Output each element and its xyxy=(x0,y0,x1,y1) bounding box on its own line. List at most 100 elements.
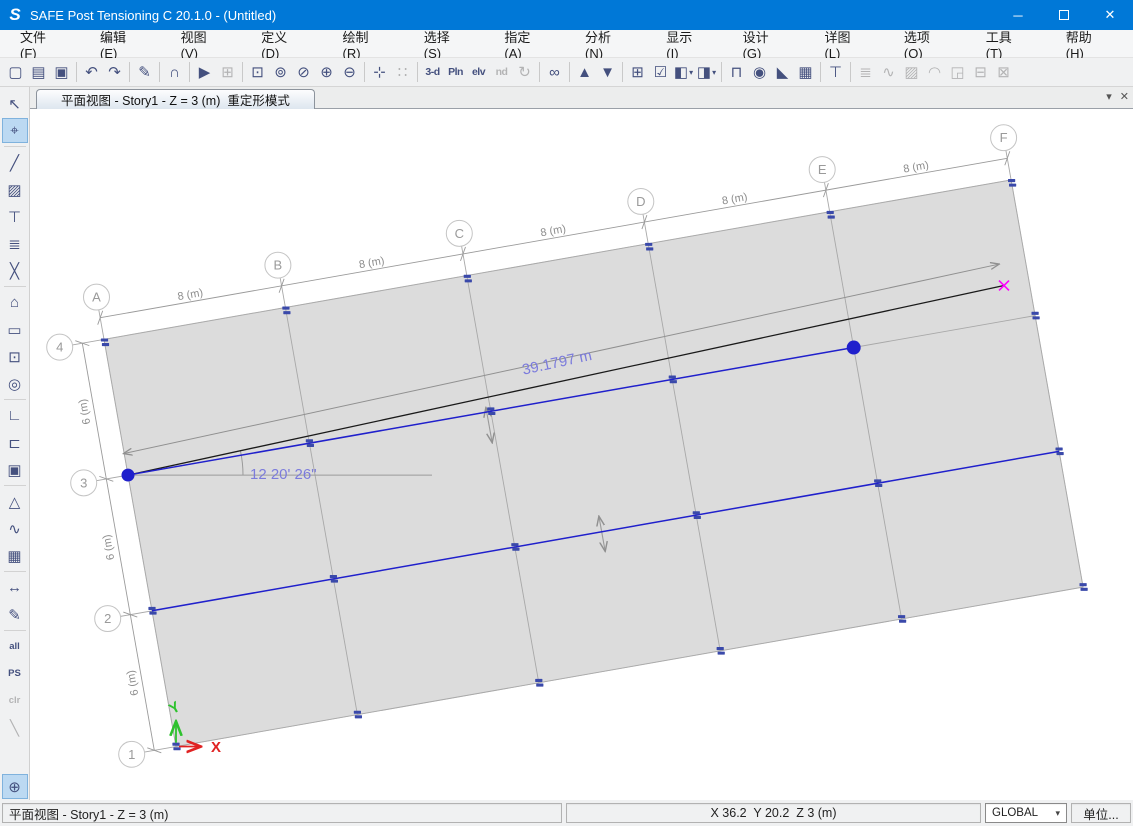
drawing-canvas[interactable]: 8 (m) 8 (m) 8 (m) 8 (m) 8 (m) 6 (m) 6 (m… xyxy=(30,109,1133,800)
status-coordinates: X 36.2 Y 20.2 Z 3 (m) xyxy=(566,803,981,823)
select-ps-button[interactable]: PS xyxy=(2,661,28,686)
draw-dimension-button[interactable]: ↔ xyxy=(2,575,28,600)
object-view-options-button[interactable]: ◨▾ xyxy=(695,61,718,83)
zoom-out-button[interactable]: ⊖ xyxy=(338,61,361,83)
draw-wall-icon: ∟ xyxy=(7,407,22,424)
run-analysis-icon: ▶ xyxy=(199,63,211,81)
move-down-in-list-button[interactable]: ▼ xyxy=(596,61,619,83)
show-deformed-button: ◠ xyxy=(923,61,946,83)
snap-to-points-button[interactable]: ⊕ xyxy=(2,774,28,799)
draw-rectangle-button[interactable]: ▭ xyxy=(2,317,28,342)
object-visibility-icon: ∞ xyxy=(549,64,560,81)
quick-draw-area-icon: ⊡ xyxy=(8,348,21,366)
draw-line-button[interactable]: ╱ xyxy=(2,150,28,175)
object-view-options-dropdown-icon[interactable]: ▾ xyxy=(712,68,716,77)
select-arrow-button[interactable]: ↖ xyxy=(2,91,28,116)
lock-model-button[interactable]: ∩ xyxy=(163,61,186,83)
area-assigns-button[interactable]: ▦ xyxy=(794,61,817,83)
edit-pen-button[interactable]: ✎ xyxy=(133,61,156,83)
toolbar-separator xyxy=(622,62,623,82)
quick-draw-area-button[interactable]: ⊡ xyxy=(2,344,28,369)
walk-through-icon: ∷ xyxy=(398,63,408,81)
draw-slab-slope-icon: ✎ xyxy=(8,606,21,624)
object-visibility-button[interactable]: ∞ xyxy=(543,61,566,83)
select-arrow-icon: ↖ xyxy=(8,95,21,113)
select-all-icon: ☑ xyxy=(654,63,667,81)
quick-draw-wall-button[interactable]: ⊏ xyxy=(2,430,28,455)
object-shrink-toggle-dropdown-icon[interactable]: ▾ xyxy=(689,68,693,77)
view-elevation-icon: elv xyxy=(472,66,485,78)
show-tendon-profile-button: ∿ xyxy=(877,61,900,83)
model-canvas[interactable]: 8 (m) 8 (m) 8 (m) 8 (m) 8 (m) 6 (m) 6 (m… xyxy=(30,109,1133,800)
save-file-icon: ▣ xyxy=(54,63,68,81)
show-loads-icon: ≣ xyxy=(859,63,872,81)
view-elevation-button[interactable]: elv xyxy=(467,61,490,83)
tendon-start-node[interactable] xyxy=(122,469,135,482)
draw-polygon-button[interactable]: ⌂ xyxy=(2,290,28,315)
clear-selection-button: clr xyxy=(2,688,28,713)
quick-draw-line-button[interactable]: ▨ xyxy=(2,177,28,202)
area-assigns-icon: ▦ xyxy=(798,63,812,81)
run-analysis-button[interactable]: ▶ xyxy=(193,61,216,83)
view-plan-button[interactable]: Pln xyxy=(444,61,467,83)
move-up-in-list-button[interactable]: ▲ xyxy=(573,61,596,83)
tendon-grip-node[interactable] xyxy=(847,340,861,354)
pan-button[interactable]: ⊹ xyxy=(368,61,391,83)
show-punching-check-icon: ⊠ xyxy=(997,63,1010,81)
rubber-band-zoom-button[interactable]: ⊡ xyxy=(246,61,269,83)
redo-button[interactable]: ↷ xyxy=(103,61,126,83)
quick-draw-wall-icon: ⊏ xyxy=(8,434,21,452)
previous-zoom-button[interactable]: ⊘ xyxy=(292,61,315,83)
show-slab-design-button: ◲ xyxy=(946,61,969,83)
show-deformed-icon: ◠ xyxy=(928,63,941,81)
dim-label-8m: 8 (m) xyxy=(177,287,204,303)
object-shrink-toggle-button[interactable]: ◧▾ xyxy=(672,61,695,83)
draw-line-icon: ╱ xyxy=(10,154,19,172)
chevron-down-icon: ▾ xyxy=(1055,808,1060,819)
draw-frame-icon: ⊓ xyxy=(731,63,743,81)
get-previous-selection-button[interactable]: ⊞ xyxy=(626,61,649,83)
show-undeformed-icon: ⊤ xyxy=(829,63,842,81)
draw-wall-button[interactable]: ∟ xyxy=(2,403,28,428)
slab-area[interactable] xyxy=(104,180,1083,747)
tab-close-icon[interactable]: ✕ xyxy=(1120,90,1129,103)
grid-label-f: F xyxy=(1000,130,1008,145)
tab-collapse-icon[interactable]: ▾ xyxy=(1106,90,1112,103)
grid-label-3: 3 xyxy=(80,475,87,490)
quick-draw-point-button[interactable]: ⊤ xyxy=(2,204,28,229)
new-model-button[interactable]: ▢ xyxy=(4,61,27,83)
pan-icon: ⊹ xyxy=(373,63,386,81)
csys-dropdown[interactable]: GLOBAL ▾ xyxy=(985,803,1067,823)
draw-rebar-button[interactable]: ▦ xyxy=(2,543,28,568)
view-3d-button[interactable]: 3-d xyxy=(421,61,444,83)
draw-circle-button[interactable]: ◎ xyxy=(2,371,28,396)
draw-tendon-button[interactable]: ∿ xyxy=(2,516,28,541)
plan-view-tab[interactable]: 平面视图 - Story1 - Z = 3 (m) 重定形模式 xyxy=(36,89,315,109)
save-file-button[interactable]: ▣ xyxy=(50,61,73,83)
select-all-button[interactable]: ☑ xyxy=(649,61,672,83)
dim-label-8m: 8 (m) xyxy=(902,159,929,175)
quick-draw-braces-button[interactable]: ╳ xyxy=(2,258,28,283)
zoom-in-icon: ⊕ xyxy=(320,63,333,81)
show-loads-button: ≣ xyxy=(854,61,877,83)
full-zoom-button[interactable]: ⊚ xyxy=(269,61,292,83)
undo-button[interactable]: ↶ xyxy=(80,61,103,83)
draw-frame-button[interactable]: ⊓ xyxy=(725,61,748,83)
show-undeformed-button[interactable]: ⊤ xyxy=(824,61,847,83)
draw-opening-button[interactable]: ▣ xyxy=(2,457,28,482)
select-all-objects-button[interactable]: all xyxy=(2,634,28,659)
show-punching-check-button: ⊠ xyxy=(992,61,1015,83)
open-file-button[interactable]: ▤ xyxy=(27,61,50,83)
draw-slab-slope-button[interactable]: ✎ xyxy=(2,602,28,627)
units-button[interactable]: 单位... xyxy=(1071,803,1131,823)
point-assigns-button[interactable]: ◉ xyxy=(748,61,771,83)
sidebar-separator xyxy=(4,146,26,147)
zoom-in-button[interactable]: ⊕ xyxy=(315,61,338,83)
quick-draw-beams-button[interactable]: ≣ xyxy=(2,231,28,256)
line-assigns-button[interactable]: ◣ xyxy=(771,61,794,83)
reshape-object-button[interactable]: ⌖ xyxy=(2,118,28,143)
deselect-lines-icon: ╲ xyxy=(10,719,19,737)
walk-through-button: ∷ xyxy=(391,61,414,83)
draw-ramp-button[interactable]: △ xyxy=(2,489,28,514)
menu-bar: 文件(F)编辑(E)视图(V)定义(D)绘制(R)选择(S)指定(A)分析(N)… xyxy=(0,30,1133,58)
